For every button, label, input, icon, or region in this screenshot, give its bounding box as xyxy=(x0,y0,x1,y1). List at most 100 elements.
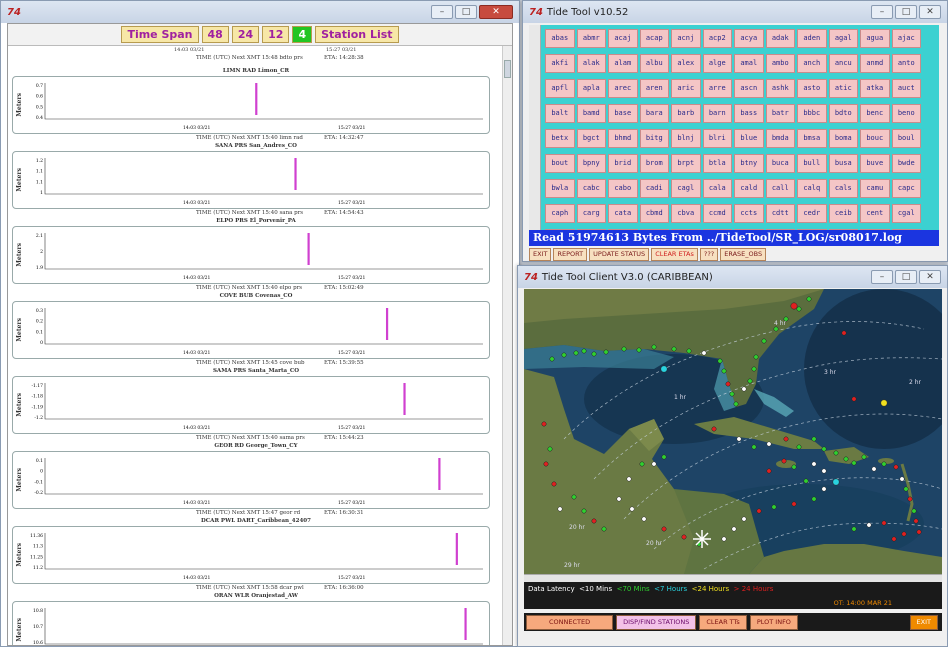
station-marker[interactable] xyxy=(557,506,563,512)
station-marker[interactable] xyxy=(851,396,857,402)
station-button-carg[interactable]: carg xyxy=(576,204,606,223)
connected-button[interactable]: CONNECTED xyxy=(526,614,614,630)
clear-tts-button[interactable]: CLEAR TTs xyxy=(699,614,747,630)
station-button-ancu[interactable]: ancu xyxy=(828,54,858,73)
station-marker[interactable] xyxy=(771,504,777,510)
station-marker[interactable] xyxy=(741,386,747,392)
minimize-button[interactable]: – xyxy=(871,270,893,284)
station-marker[interactable] xyxy=(591,518,597,524)
station-marker[interactable] xyxy=(783,316,789,322)
station-button-blri[interactable]: blri xyxy=(702,129,732,148)
station-button-bass[interactable]: bass xyxy=(734,104,764,123)
station-button-ascn[interactable]: ascn xyxy=(734,79,764,98)
minimize-button[interactable]: – xyxy=(871,5,893,19)
station-marker[interactable] xyxy=(753,354,759,360)
tide-plot[interactable]: Meters 0.3 0.2 0.1 0 14:03 03/21 15:27 03/21 xyxy=(12,301,490,359)
station-marker[interactable] xyxy=(911,508,917,514)
station-button-busa[interactable]: busa xyxy=(828,154,858,173)
station-button-abas[interactable]: abas xyxy=(545,29,575,48)
map-horizontal-scrollbar[interactable] xyxy=(524,574,942,582)
station-button-cedr[interactable]: cedr xyxy=(797,204,827,223)
query-button[interactable]: ??? xyxy=(699,248,719,261)
station-marker[interactable] xyxy=(841,330,847,336)
station-button-calq[interactable]: calq xyxy=(797,179,827,198)
exit-button[interactable]: EXIT xyxy=(909,614,938,630)
station-marker[interactable] xyxy=(773,326,779,332)
station-button-cbmd[interactable]: cbmd xyxy=(639,204,669,223)
station-marker[interactable] xyxy=(843,456,849,462)
tide-plot[interactable]: Meters 0.7 0.6 0.5 0.4 14:03 03/21 15:27 03/21 xyxy=(12,76,490,134)
station-marker[interactable] xyxy=(626,476,632,482)
caribbean-map[interactable]: 4 hr 3 hr 2 hr 1 hr 20 hr 20 hr 29 hr xyxy=(524,289,942,574)
station-marker[interactable] xyxy=(661,454,667,460)
station-button-acnj[interactable]: acnj xyxy=(671,29,701,48)
maximize-button[interactable]: □ xyxy=(895,270,917,284)
station-button-auct[interactable]: auct xyxy=(891,79,921,98)
update-status-button[interactable]: UPDATE STATUS xyxy=(589,248,650,261)
station-button-ambo[interactable]: ambo xyxy=(765,54,795,73)
station-button-ashk[interactable]: ashk xyxy=(765,79,795,98)
station-marker[interactable] xyxy=(591,351,597,357)
scroll-thumb[interactable] xyxy=(504,60,511,78)
station-button-bouc[interactable]: bouc xyxy=(860,129,890,148)
station-marker[interactable] xyxy=(761,338,767,344)
station-marker[interactable] xyxy=(729,391,735,397)
station-button-caph[interactable]: caph xyxy=(545,204,575,223)
disp-find-stations-button[interactable]: DISP/FIND STATIONS xyxy=(616,614,697,630)
station-marker[interactable] xyxy=(629,506,635,512)
station-marker[interactable] xyxy=(751,366,757,372)
station-button-brid[interactable]: brid xyxy=(608,154,638,173)
station-marker[interactable] xyxy=(549,356,555,362)
station-marker[interactable] xyxy=(913,518,919,524)
station-button-capc[interactable]: capc xyxy=(891,179,921,198)
span-12-button[interactable]: 12 xyxy=(262,26,290,43)
titlebar[interactable]: 74 Tide Tool v10.52 – □ ✕ xyxy=(523,1,947,23)
station-marker[interactable] xyxy=(881,461,887,467)
station-button-alge[interactable]: alge xyxy=(702,54,732,73)
station-marker[interactable] xyxy=(811,436,817,442)
station-marker[interactable] xyxy=(736,436,742,442)
station-button-anch[interactable]: anch xyxy=(797,54,827,73)
station-button-ccts[interactable]: ccts xyxy=(734,204,764,223)
station-button-aren[interactable]: aren xyxy=(639,79,669,98)
station-button-abmr[interactable]: abmr xyxy=(576,29,606,48)
station-button-arre[interactable]: arre xyxy=(702,79,732,98)
station-button-bbbc[interactable]: bbbc xyxy=(797,104,827,123)
station-button-acp2[interactable]: acp2 xyxy=(702,29,732,48)
station-button-acya[interactable]: acya xyxy=(734,29,764,48)
station-button-blnj[interactable]: blnj xyxy=(671,129,701,148)
station-marker[interactable] xyxy=(901,531,907,537)
station-button-batr[interactable]: batr xyxy=(765,104,795,123)
station-marker[interactable] xyxy=(686,348,692,354)
station-marker[interactable] xyxy=(811,496,817,502)
station-button-balt[interactable]: balt xyxy=(545,104,575,123)
station-marker[interactable] xyxy=(907,496,913,502)
station-marker[interactable] xyxy=(551,481,557,487)
station-button-cald[interactable]: cald xyxy=(734,179,764,198)
station-marker[interactable] xyxy=(603,349,609,355)
station-marker[interactable] xyxy=(651,344,657,350)
station-button-agal[interactable]: agal xyxy=(828,29,858,48)
station-marker[interactable] xyxy=(899,476,905,482)
station-button-bmsa[interactable]: bmsa xyxy=(797,129,827,148)
station-marker[interactable] xyxy=(891,536,897,542)
station-button-ccmd[interactable]: ccmd xyxy=(702,204,732,223)
station-marker[interactable] xyxy=(871,466,877,472)
station-marker[interactable] xyxy=(766,468,772,474)
station-marker[interactable] xyxy=(721,368,727,374)
station-button-buve[interactable]: buve xyxy=(860,154,890,173)
station-marker[interactable] xyxy=(881,520,887,526)
station-button-alam[interactable]: alam xyxy=(608,54,638,73)
station-marker[interactable] xyxy=(651,461,657,467)
report-button[interactable]: REPORT xyxy=(553,248,588,261)
station-button-aden[interactable]: aden xyxy=(797,29,827,48)
station-marker[interactable] xyxy=(561,352,567,358)
station-marker[interactable] xyxy=(766,441,772,447)
station-button-alex[interactable]: alex xyxy=(671,54,701,73)
close-button[interactable]: ✕ xyxy=(479,5,513,19)
station-marker[interactable] xyxy=(701,350,707,356)
station-marker[interactable] xyxy=(796,306,802,312)
station-button-bitg[interactable]: bitg xyxy=(639,129,669,148)
station-marker[interactable] xyxy=(581,508,587,514)
station-marker[interactable] xyxy=(803,478,809,484)
